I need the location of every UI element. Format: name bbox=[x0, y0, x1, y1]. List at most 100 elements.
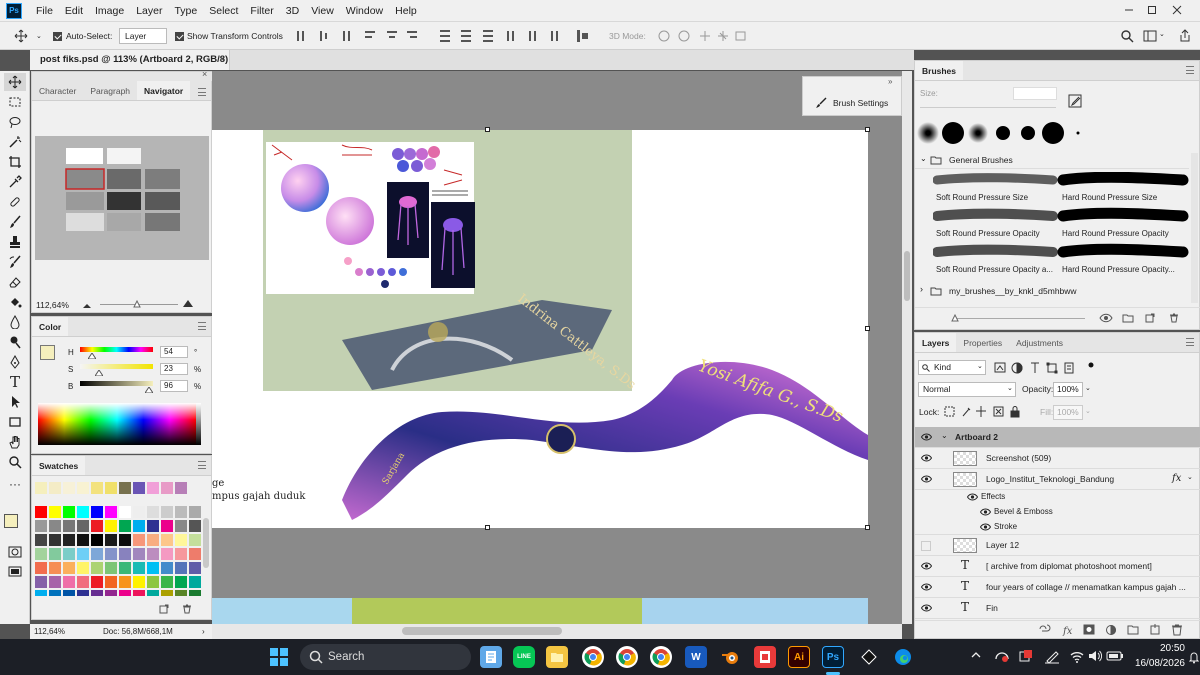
opacity-input[interactable]: 100% bbox=[1053, 382, 1083, 397]
battery-icon[interactable] bbox=[1106, 650, 1124, 662]
type-tool-icon[interactable]: T bbox=[4, 373, 26, 391]
brush-group-mybrushes[interactable]: › my_brushes__by_knkl_d5mhbww bbox=[915, 283, 1189, 299]
new-brush-footer-icon[interactable] bbox=[1145, 313, 1155, 323]
marquee-tool-icon[interactable] bbox=[4, 93, 26, 111]
menu-help[interactable]: Help bbox=[389, 0, 423, 22]
zoom-tool-icon[interactable] bbox=[4, 453, 26, 471]
new-group-icon[interactable] bbox=[1122, 313, 1134, 323]
effect-row-bevel[interactable]: Bevel & Emboss bbox=[915, 504, 1200, 519]
b-input[interactable]: 96 bbox=[160, 380, 188, 392]
foreground-color-swatch[interactable] bbox=[4, 514, 18, 528]
volume-icon[interactable] bbox=[1088, 649, 1102, 663]
panel-menu-icon[interactable] bbox=[198, 322, 206, 330]
brush-size-input[interactable] bbox=[1013, 87, 1057, 100]
transform-handle[interactable] bbox=[865, 525, 870, 530]
show-transform-checkbox[interactable] bbox=[175, 31, 184, 42]
saturation-slider[interactable] bbox=[80, 364, 153, 369]
brush-name[interactable]: Hard Round Pressure Size bbox=[1062, 193, 1187, 202]
effects-row[interactable]: Effects bbox=[915, 490, 1200, 504]
healing-brush-tool-icon[interactable] bbox=[4, 193, 26, 211]
share-icon[interactable] bbox=[1178, 29, 1192, 43]
new-swatch-icon[interactable] bbox=[159, 604, 169, 614]
transform-handle[interactable] bbox=[485, 525, 490, 530]
canvas-area[interactable]: Indrina Cattleya, S.Ds Yosi Afifa G., S.… bbox=[212, 71, 902, 624]
tab-swatches[interactable]: Swatches bbox=[32, 456, 86, 475]
vertical-scrollbar[interactable] bbox=[902, 71, 912, 624]
more-tools-icon[interactable]: ··· bbox=[4, 475, 26, 493]
chevron-down-icon[interactable]: ⌄ bbox=[36, 32, 42, 40]
new-brush-icon[interactable] bbox=[1068, 94, 1082, 108]
fill-input[interactable]: 100% bbox=[1053, 405, 1083, 420]
swatches-scrollbar[interactable] bbox=[203, 518, 209, 568]
brush-tool-icon[interactable] bbox=[4, 213, 26, 231]
eyedropper-tool-icon[interactable] bbox=[4, 173, 26, 191]
brush-presets-row[interactable] bbox=[915, 120, 1185, 146]
menu-select[interactable]: Select bbox=[203, 0, 244, 22]
menu-window[interactable]: Window bbox=[340, 0, 389, 22]
rectangle-tool-icon[interactable] bbox=[4, 413, 26, 431]
menu-type[interactable]: Type bbox=[168, 0, 203, 22]
brush-group-general[interactable]: ⌄ General Brushes bbox=[915, 152, 1189, 169]
menu-image[interactable]: Image bbox=[89, 0, 130, 22]
layer-row[interactable]: Screenshot (509) bbox=[915, 448, 1200, 469]
brush-name[interactable]: Hard Round Pressure Opacity bbox=[1062, 229, 1187, 238]
chevron-down-icon[interactable]: ⌄ bbox=[941, 431, 948, 440]
search-icon[interactable] bbox=[1120, 29, 1134, 43]
minimize-button[interactable] bbox=[1118, 0, 1140, 20]
color-fg-preview[interactable] bbox=[40, 345, 55, 360]
chevron-down-icon[interactable]: ⌄ bbox=[920, 154, 927, 163]
quick-mask-icon[interactable] bbox=[4, 543, 26, 561]
clock-time[interactable]: 20:50 bbox=[1137, 643, 1185, 654]
transform-handle[interactable] bbox=[865, 326, 870, 331]
brush-name[interactable]: Soft Round Pressure Size bbox=[936, 193, 1056, 202]
workspace-icon[interactable] bbox=[1143, 29, 1157, 43]
zoom-in-icon[interactable] bbox=[182, 298, 194, 308]
color-spectrum[interactable] bbox=[38, 403, 196, 445]
photoshop-taskbar-icon[interactable]: Ps bbox=[822, 646, 844, 668]
h-input[interactable]: 54 bbox=[160, 346, 188, 358]
menu-view[interactable]: View bbox=[305, 0, 340, 22]
fx-icon[interactable]: fx bbox=[1172, 473, 1181, 484]
taskbar-search[interactable]: Search bbox=[300, 644, 471, 670]
chevron-right-icon[interactable]: › bbox=[920, 284, 923, 294]
tab-character[interactable]: Character bbox=[32, 81, 83, 100]
menu-layer[interactable]: Layer bbox=[130, 0, 168, 22]
panel-menu-icon[interactable] bbox=[1186, 338, 1194, 346]
blur-tool-icon[interactable] bbox=[4, 313, 26, 331]
layer-row[interactable]: Layer 12 bbox=[915, 535, 1200, 556]
show-hidden-icons-icon[interactable] bbox=[971, 651, 981, 659]
chrome-icon[interactable] bbox=[582, 646, 604, 668]
windows-start-icon[interactable] bbox=[269, 647, 289, 667]
delete-swatch-icon[interactable] bbox=[182, 604, 192, 614]
menu-file[interactable]: File bbox=[30, 0, 59, 22]
menu-edit[interactable]: Edit bbox=[59, 0, 89, 22]
opacity-chevron-icon[interactable]: ⌄ bbox=[1085, 384, 1091, 392]
magic-wand-tool-icon[interactable] bbox=[4, 133, 26, 151]
chevron-down-icon[interactable]: ⌄ bbox=[1187, 473, 1193, 481]
saturation-slider-handle[interactable] bbox=[95, 370, 103, 376]
brush-settings-label[interactable]: Brush Settings bbox=[833, 98, 888, 108]
close-panel-icon[interactable]: × bbox=[202, 69, 207, 79]
close-tab-icon[interactable]: × bbox=[219, 50, 225, 70]
swatch-grid[interactable] bbox=[35, 506, 205, 596]
layer-filter-dropdown[interactable]: Kind ⌄ bbox=[918, 360, 986, 375]
zoom-slider-handle[interactable] bbox=[133, 300, 141, 308]
blender-icon[interactable] bbox=[720, 646, 742, 668]
visibility-off-box[interactable] bbox=[921, 541, 931, 551]
slider-handle[interactable] bbox=[951, 314, 959, 322]
hand-tool-icon[interactable] bbox=[4, 433, 26, 451]
tray-app-icon[interactable] bbox=[1018, 648, 1034, 664]
grayscale-ramp[interactable] bbox=[196, 403, 201, 445]
brush-preview-size-slider[interactable] bbox=[955, 318, 1085, 319]
auto-select-checkbox[interactable] bbox=[53, 31, 62, 42]
dodge-tool-icon[interactable] bbox=[4, 333, 26, 351]
s-input[interactable]: 23 bbox=[160, 363, 188, 375]
pen-tool-icon[interactable] bbox=[4, 353, 26, 371]
delete-brush-icon[interactable] bbox=[1169, 313, 1179, 323]
tab-color[interactable]: Color bbox=[32, 317, 69, 336]
line-app-icon[interactable]: LINE bbox=[513, 646, 535, 668]
layer-row[interactable]: T four years of collage // menamatkan ka… bbox=[915, 577, 1200, 598]
menu-filter[interactable]: Filter bbox=[244, 0, 279, 22]
status-zoom[interactable]: 112,64% bbox=[34, 624, 65, 639]
crop-tool-icon[interactable] bbox=[4, 153, 26, 171]
